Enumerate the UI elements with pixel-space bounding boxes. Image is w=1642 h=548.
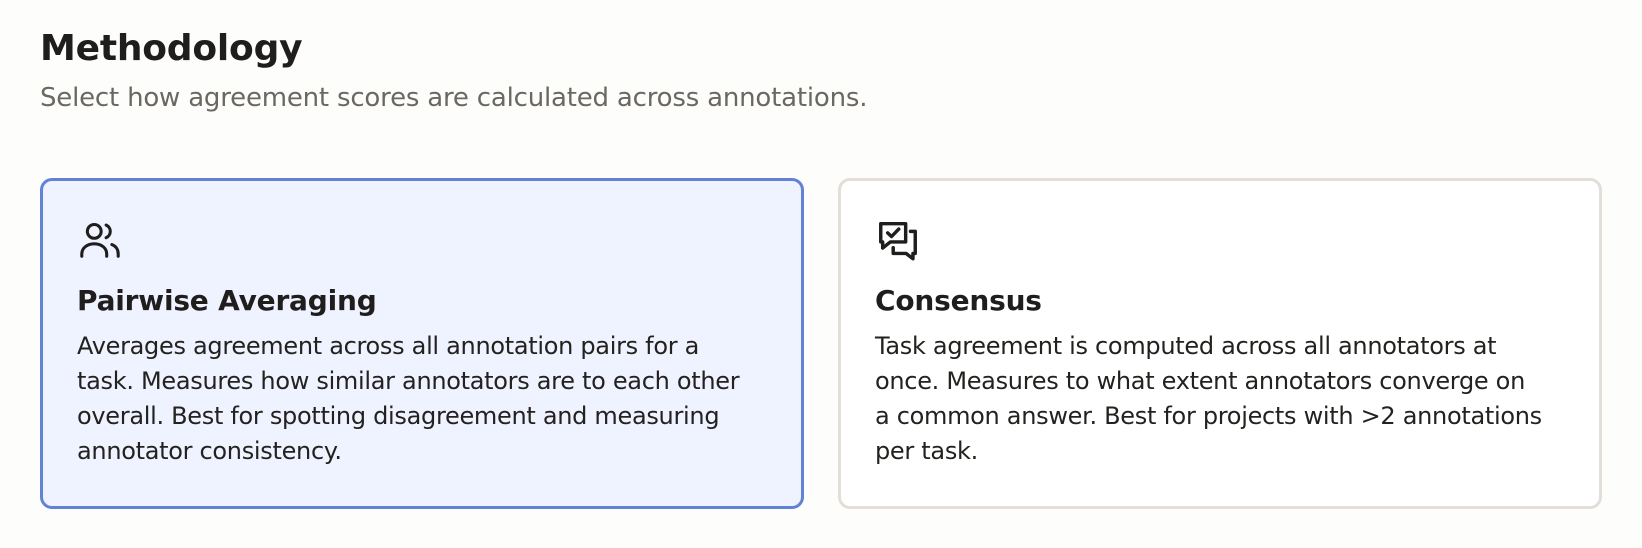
option-description: Task agreement is computed across all an…	[875, 332, 1542, 465]
methodology-options: Pairwise Averaging Averages agreement ac…	[40, 178, 1602, 509]
section-subtitle: Select how agreement scores are calculat…	[40, 83, 868, 113]
methodology-section: Methodology Select how agreement scores …	[40, 24, 1602, 509]
option-description: Averages agreement across all annotation…	[77, 332, 740, 465]
section-title: Methodology	[40, 28, 303, 69]
users-icon	[80, 222, 120, 258]
option-card-consensus[interactable]: Consensus Task agreement is computed acr…	[838, 178, 1602, 509]
option-card-pairwise-averaging[interactable]: Pairwise Averaging Averages agreement ac…	[40, 178, 804, 509]
message-check-icon	[879, 221, 917, 261]
option-title: Pairwise Averaging	[77, 284, 377, 317]
option-title: Consensus	[875, 284, 1042, 317]
